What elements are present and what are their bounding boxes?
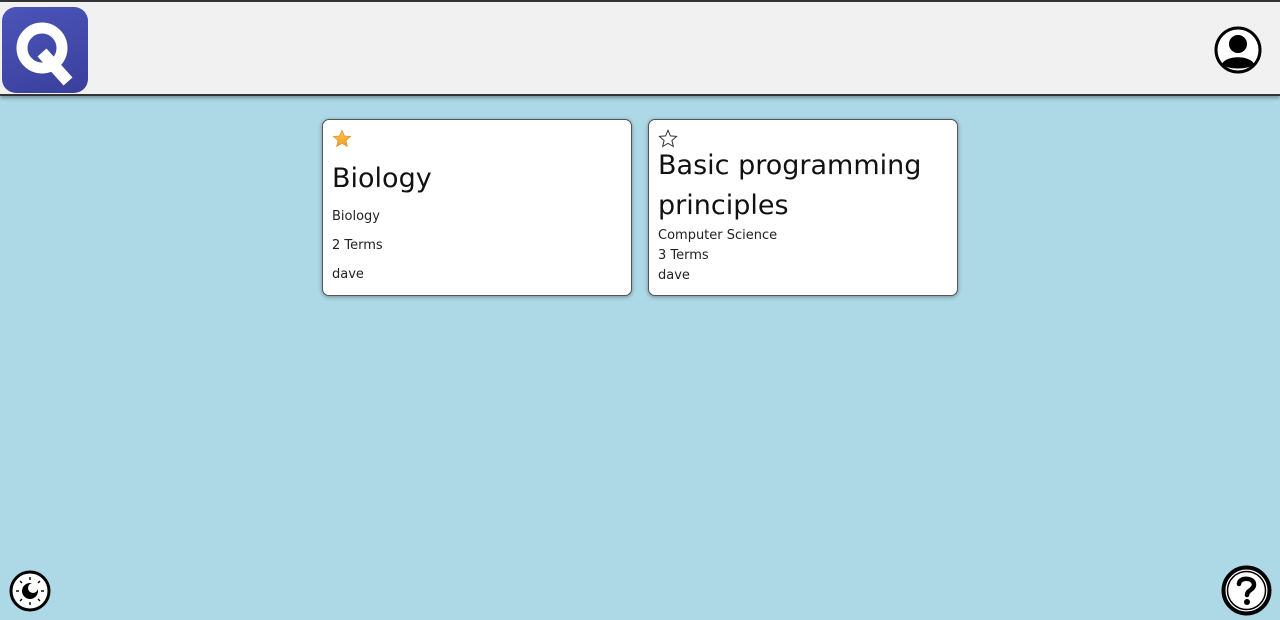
- user-circle-icon: [1214, 26, 1262, 74]
- study-set-author: dave: [658, 268, 690, 283]
- user-avatar-button[interactable]: [1214, 26, 1262, 74]
- app-logo[interactable]: [2, 7, 88, 93]
- study-set-term-count: 3 Terms: [658, 248, 709, 263]
- star-filled-icon[interactable]: [332, 129, 352, 149]
- study-set-card[interactable]: Biology Biology 2 Terms dave: [322, 119, 632, 296]
- study-set-subject: Computer Science: [658, 228, 778, 243]
- study-set-subject: Biology: [332, 209, 380, 224]
- study-set-author: dave: [332, 267, 364, 282]
- study-set-title: Biology: [332, 163, 432, 194]
- help-icon: [1221, 565, 1272, 616]
- study-set-term-count: 2 Terms: [332, 238, 383, 253]
- top-navbar: [0, 0, 1280, 96]
- logo-q-icon: [16, 22, 73, 86]
- study-set-card[interactable]: Basic programming principles Computer Sc…: [648, 119, 958, 296]
- theme-toggle-icon: [9, 570, 51, 612]
- study-set-title: Basic programming principles: [658, 150, 922, 221]
- theme-toggle-button[interactable]: [9, 570, 51, 612]
- help-button[interactable]: [1221, 565, 1272, 616]
